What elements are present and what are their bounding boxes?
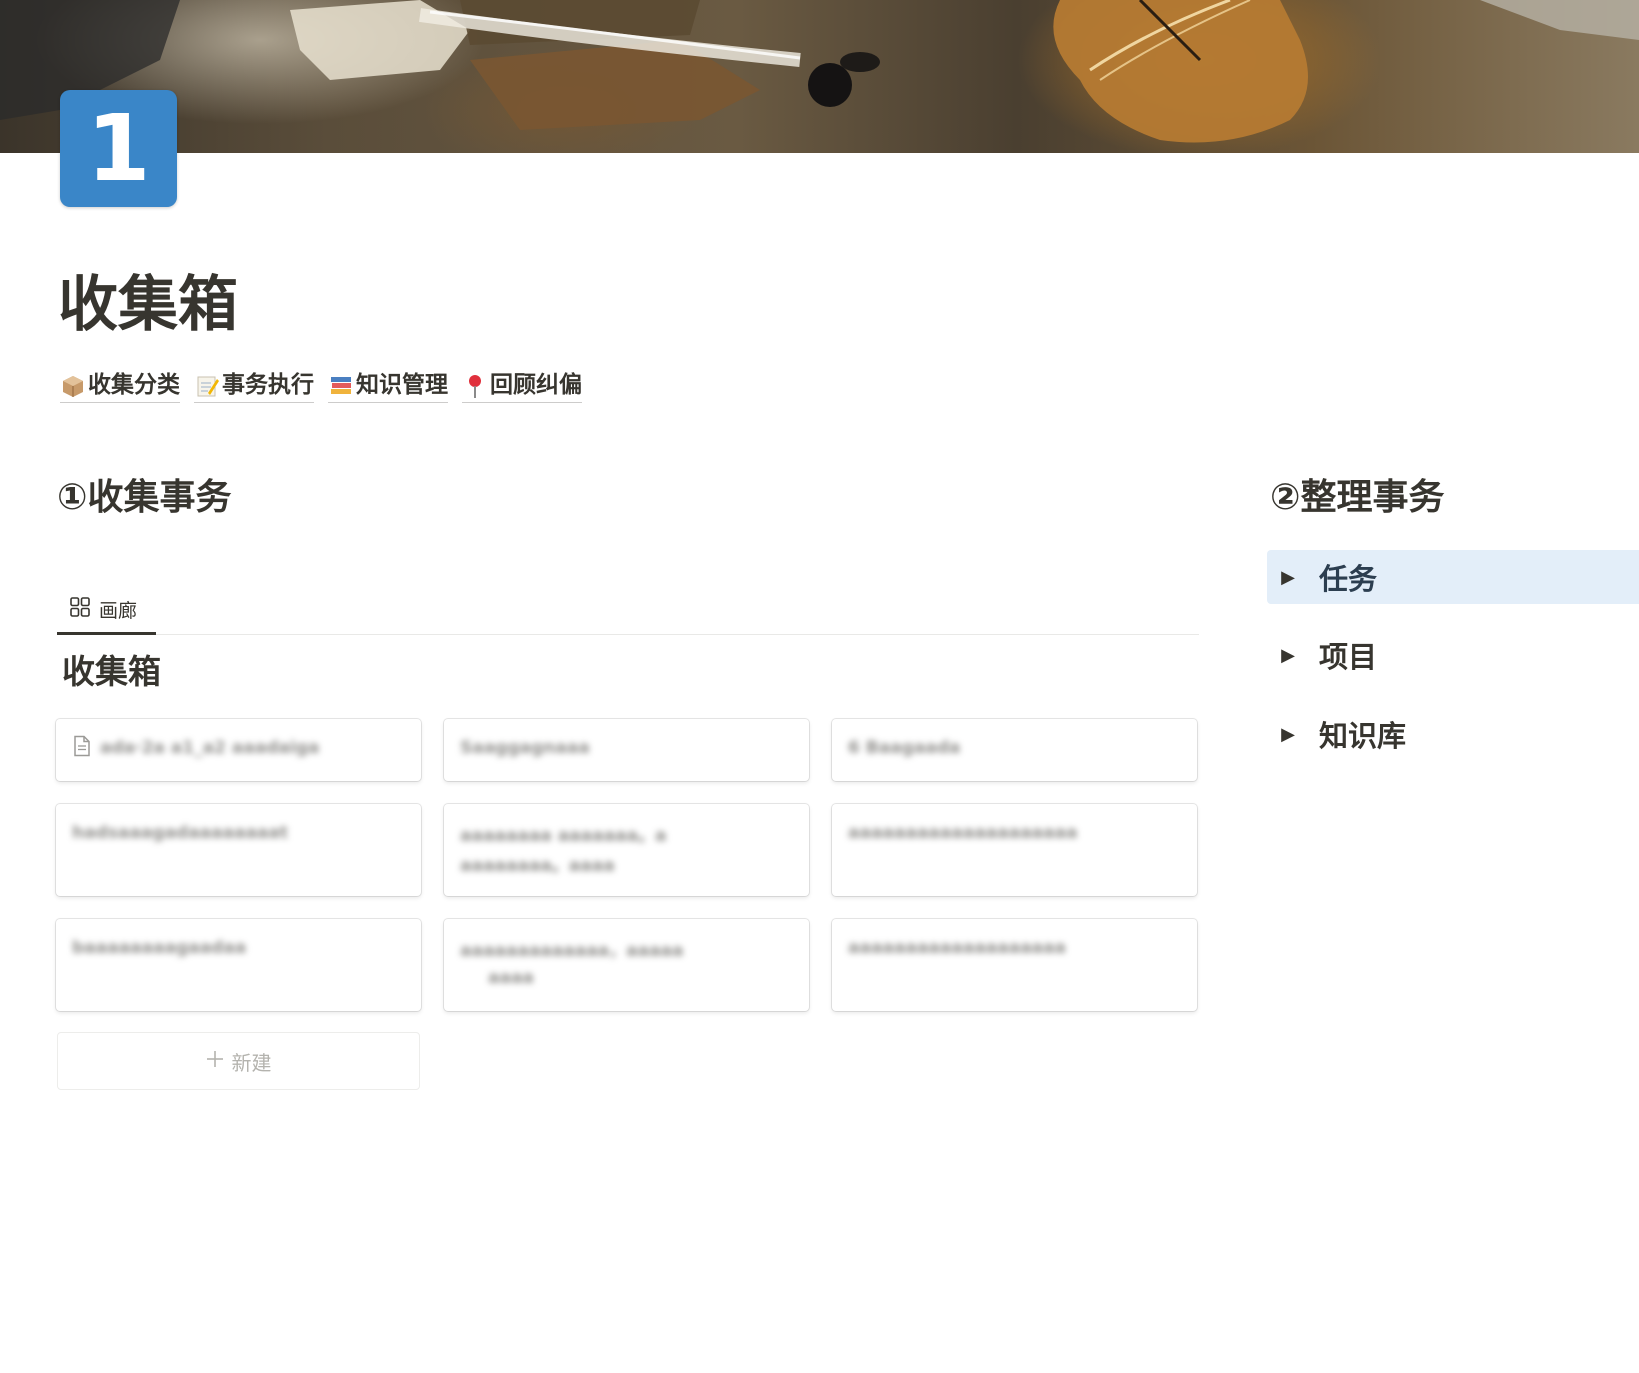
gallery-card[interactable]: aaaaaaaaaaaaaaaaaaa [832,919,1197,1011]
link-knowledge-management[interactable]: 知识管理 [328,372,448,403]
database-title[interactable]: 收集箱 [62,652,161,692]
link-label: 回顾纠偏 [490,372,582,398]
books-icon [328,373,354,399]
card-title: 6 Baagaada [848,738,961,758]
gallery-card[interactable]: aaaaaaaaaaaaa，aaaaa aaaa [444,919,809,1011]
database-view-tabs: 画廊 [57,586,1199,635]
toggle-label: 知识库 [1319,719,1407,753]
triangle-right-icon[interactable]: ▶ [1279,724,1297,745]
link-task-execution[interactable]: 事务执行 [194,372,314,403]
card-title-line2: aaaa [488,968,534,988]
triangle-right-icon[interactable]: ▶ [1279,645,1297,666]
card-title: hadsaaagadaaaaaaaat [72,823,288,843]
link-collect-categories[interactable]: 收集分类 [60,372,180,403]
package-icon [60,373,86,399]
page-link-row: 收集分类 事务执行 知识管理 回顾纠偏 [60,372,582,403]
new-card-label: 新建 [231,1050,272,1075]
link-label: 收集分类 [88,372,180,398]
toggle-label: 项目 [1319,640,1378,674]
pushpin-icon [462,373,488,399]
new-card-button[interactable]: 新建 [57,1032,420,1090]
plus-icon [206,1049,224,1073]
link-label: 事务执行 [222,372,314,398]
gallery-card[interactable]: ada·2a a1_a2 aaadaiga [56,719,421,781]
link-label: 知识管理 [356,372,448,398]
tab-gallery[interactable]: 画廊 [57,586,156,635]
gallery-card[interactable]: Saaggagnaaa [444,719,809,781]
page-icon-number: 1 [86,94,151,202]
card-title: aaaaaaaaaaaaaaaaaaa [848,938,1066,958]
gallery-card[interactable]: hadsaaagadaaaaaaaat [56,804,421,896]
toggle-knowledge-base[interactable]: ▶ 知识库 [1267,707,1639,761]
heading-collect: ①收集事务 [57,477,232,518]
page-icon[interactable]: 1 [60,90,177,207]
gallery-card[interactable]: aaaaaaaaaaaaaaaaaaaa [832,804,1197,896]
card-title: Saaggagnaaa [460,738,590,758]
card-title: aaaaaaaaaaaaa，aaaaa [460,940,684,961]
memo-icon [194,373,220,399]
card-title: aaaaaaaa aaaaaaa。a [460,825,667,846]
cover-painting [0,0,1639,143]
cover-image[interactable] [0,0,1639,153]
toggle-label: 任务 [1319,562,1378,596]
card-title: ada·2a a1_a2 aaadaiga [100,738,320,758]
link-review-correction[interactable]: 回顾纠偏 [462,372,582,403]
card-title: aaaaaaaaaaaaaaaaaaaa [848,823,1078,843]
gallery-icon [69,596,91,623]
page: 1 收集箱 收集分类 事务执行 知识管理 回顾纠偏 ①收集事务 ②整理事务 画廊… [0,0,1639,1373]
gallery-card[interactable]: 6 Baagaada [832,719,1197,781]
gallery-card[interactable]: baaaaaaaagaadaa [56,919,421,1011]
card-title: baaaaaaaagaadaa [72,938,247,958]
gallery-grid: ada·2a a1_a2 aaadaiga Saaggagnaaa 6 Baag… [56,719,1198,1011]
tab-gallery-label: 画廊 [99,599,138,622]
toggle-projects[interactable]: ▶ 项目 [1267,628,1639,682]
page-icon-small [72,735,92,761]
gallery-card[interactable]: aaaaaaaa aaaaaaa。a aaaaaaaa。aaaa [444,804,809,896]
triangle-right-icon[interactable]: ▶ [1279,567,1297,588]
card-title-line2: aaaaaaaa。aaaa [460,855,615,876]
heading-organize: ②整理事务 [1270,477,1445,518]
page-title[interactable]: 收集箱 [58,272,238,338]
toggle-tasks[interactable]: ▶ 任务 [1267,550,1639,604]
